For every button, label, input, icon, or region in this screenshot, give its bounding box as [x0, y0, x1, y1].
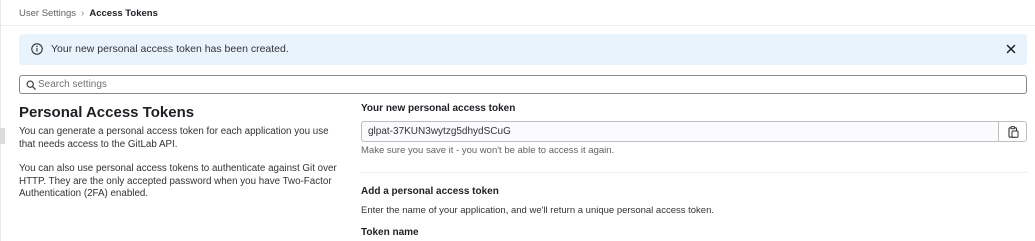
add-token-description: Enter the name of your application, and … [361, 205, 714, 216]
sidebar-collapse-handle[interactable] [0, 128, 5, 144]
new-token-label: Your new personal access token [361, 103, 516, 114]
breadcrumb-access-tokens: Access Tokens [89, 7, 158, 19]
search-icon [26, 80, 36, 90]
close-icon[interactable] [1005, 43, 1017, 55]
section-divider [361, 172, 1027, 173]
alert-message: Your new personal access token has been … [51, 43, 289, 55]
search-settings [19, 75, 1027, 94]
search-input[interactable] [36, 77, 1016, 92]
page-title: Personal Access Tokens [19, 104, 195, 121]
new-token-field [361, 121, 1027, 142]
section-description: You can generate a personal access token… [19, 126, 329, 150]
copy-token-button[interactable] [998, 121, 1027, 142]
add-token-heading: Add a personal access token [361, 186, 499, 197]
breadcrumb-user-settings[interactable]: User Settings [19, 8, 76, 19]
breadcrumb-separator: › [81, 7, 85, 19]
header-divider [1, 25, 1035, 26]
clipboard-icon [1008, 126, 1019, 138]
success-alert: Your new personal access token has been … [19, 34, 1027, 65]
sidebar-edge [0, 0, 1, 241]
section-description-git: You can also use personal access tokens … [19, 163, 337, 199]
new-token-input[interactable] [361, 121, 999, 142]
info-circle-icon [31, 43, 43, 55]
breadcrumb: User Settings › Access Tokens [19, 0, 158, 26]
token-save-warning: Make sure you save it - you won't be abl… [361, 145, 615, 156]
token-name-label: Token name [361, 227, 419, 238]
